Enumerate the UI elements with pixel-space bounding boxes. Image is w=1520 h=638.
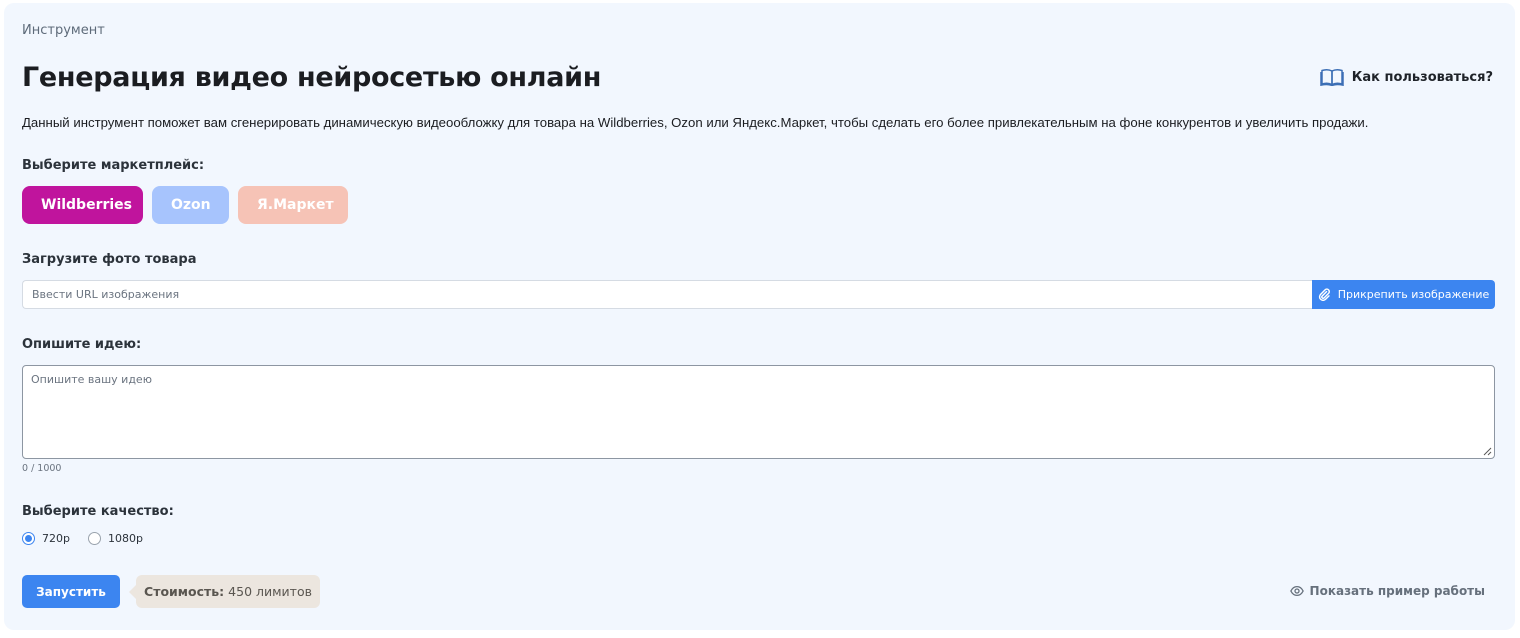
how-to-use-link[interactable]: Как пользоваться? xyxy=(1320,68,1493,86)
show-example-link[interactable]: Показать пример работы xyxy=(1289,584,1485,598)
cost-label: Стоимость: xyxy=(144,584,225,599)
quality-1080p-label: 1080p xyxy=(107,532,143,545)
quality-option-1080p[interactable]: 1080p xyxy=(87,532,143,545)
page-title: Генерация видео нейросетью онлайн xyxy=(22,62,602,93)
eye-icon xyxy=(1289,585,1304,597)
tool-card: Инструмент Генерация видео нейросетью он… xyxy=(4,3,1515,630)
run-button[interactable]: Запустить xyxy=(22,575,120,608)
cost-value: 450 лимитов xyxy=(228,584,312,599)
idea-textarea[interactable] xyxy=(22,365,1495,459)
quality-radio-group: 720p 1080p xyxy=(22,532,143,545)
paperclip-icon xyxy=(1318,288,1330,301)
marketplace-wildberries-button[interactable]: Wildberries xyxy=(22,186,143,224)
marketplace-yandex-market-button[interactable]: Я.Маркет xyxy=(238,186,348,224)
book-open-icon xyxy=(1320,69,1344,86)
attach-image-button[interactable]: Прикрепить изображение xyxy=(1312,280,1495,309)
image-url-group: Прикрепить изображение xyxy=(22,280,1495,309)
quality-option-720p[interactable]: 720p xyxy=(22,532,70,545)
idea-label: Опишите идею: xyxy=(22,337,142,352)
cost-badge: Стоимость: 450 лимитов xyxy=(129,575,320,608)
tool-description: Данный инструмент поможет вам сгенериров… xyxy=(22,115,1369,130)
marketplace-selector: Wildberries Ozon Я.Маркет xyxy=(22,186,348,224)
image-url-input[interactable] xyxy=(22,280,1312,309)
quality-label: Выберите качество: xyxy=(22,504,174,519)
marketplace-ozon-button[interactable]: Ozon xyxy=(152,186,229,224)
resize-handle-icon[interactable] xyxy=(1482,446,1492,456)
breadcrumb[interactable]: Инструмент xyxy=(22,23,105,38)
quality-720p-label: 720p xyxy=(42,532,70,545)
show-example-label: Показать пример работы xyxy=(1309,584,1485,598)
attach-image-label: Прикрепить изображение xyxy=(1337,288,1490,301)
how-to-use-label: Как пользоваться? xyxy=(1351,69,1493,85)
radio-1080p[interactable] xyxy=(87,532,101,545)
idea-char-counter: 0 / 1000 xyxy=(22,463,62,474)
marketplace-label: Выберите маркетплейс: xyxy=(22,158,205,173)
radio-720p[interactable] xyxy=(22,532,35,545)
upload-label: Загрузите фото товара xyxy=(22,252,197,267)
